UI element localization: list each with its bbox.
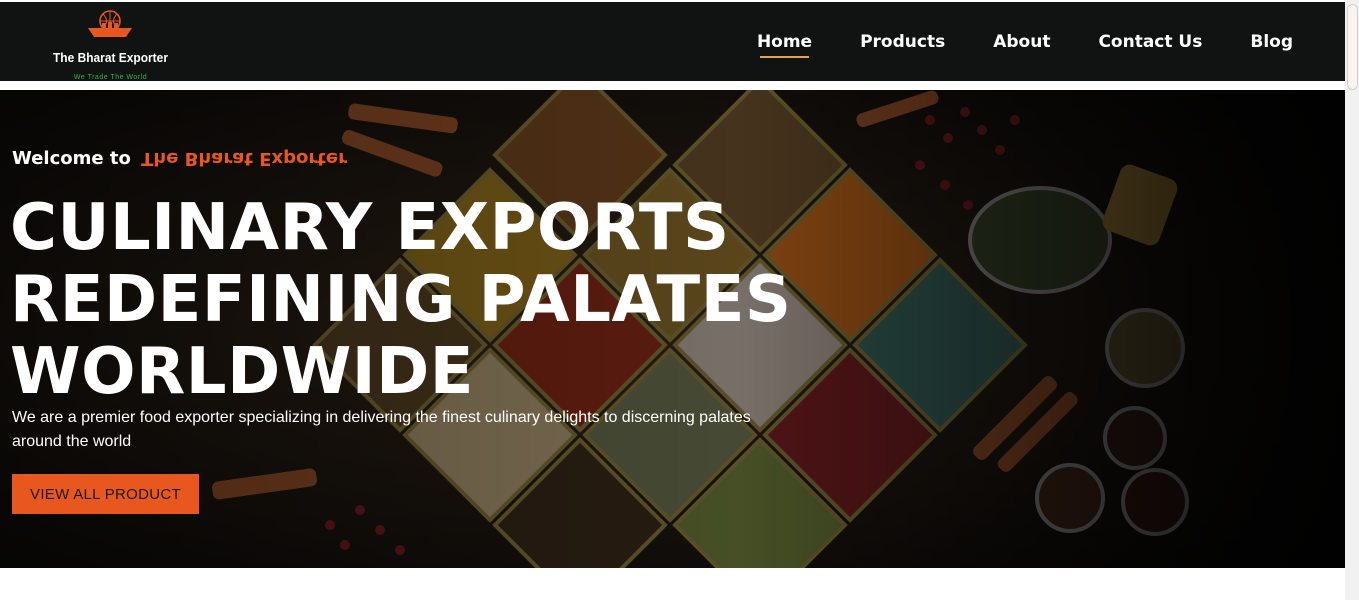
headline-line-3: WORLDWIDE (10, 335, 474, 409)
hero-headline: CULINARY EXPORTS REDEFINING PALATES WORL… (10, 192, 810, 408)
main-nav: Home Products About Contact Us Blog (757, 32, 1293, 58)
nav-item-home[interactable]: Home (757, 32, 812, 58)
scrollbar-track[interactable] (1345, 0, 1359, 600)
nav-item-products[interactable]: Products (860, 32, 945, 52)
navbar: The Bharat Exporter We Trade The World H… (0, 2, 1345, 81)
hero-section: Welcome to The Bharat Exporter CULINARY … (0, 90, 1345, 568)
view-all-product-button[interactable]: VIEW ALL PRODUCT (12, 474, 199, 514)
nav-item-contact-us[interactable]: Contact Us (1098, 32, 1202, 52)
welcome-prefix: Welcome to (12, 148, 131, 169)
logo-tagline: We Trade The World (73, 74, 148, 81)
welcome-brand-name: The Bharat Exporter (141, 148, 347, 169)
headline-line-1: CULINARY EXPORTS (10, 191, 730, 265)
scrollbar-thumb[interactable] (1347, 4, 1358, 90)
nav-item-blog[interactable]: Blog (1250, 32, 1293, 52)
logo-name: The Bharat Exporter (53, 50, 168, 65)
hero-description: We are a premier food exporter specializ… (12, 409, 751, 450)
logo[interactable]: The Bharat Exporter We Trade The World (48, 8, 178, 81)
headline-line-2: REDEFINING PALATES (10, 263, 792, 337)
ship-globe-icon (88, 10, 132, 37)
nav-item-about[interactable]: About (993, 32, 1050, 52)
welcome-text: Welcome to The Bharat Exporter (12, 148, 347, 169)
